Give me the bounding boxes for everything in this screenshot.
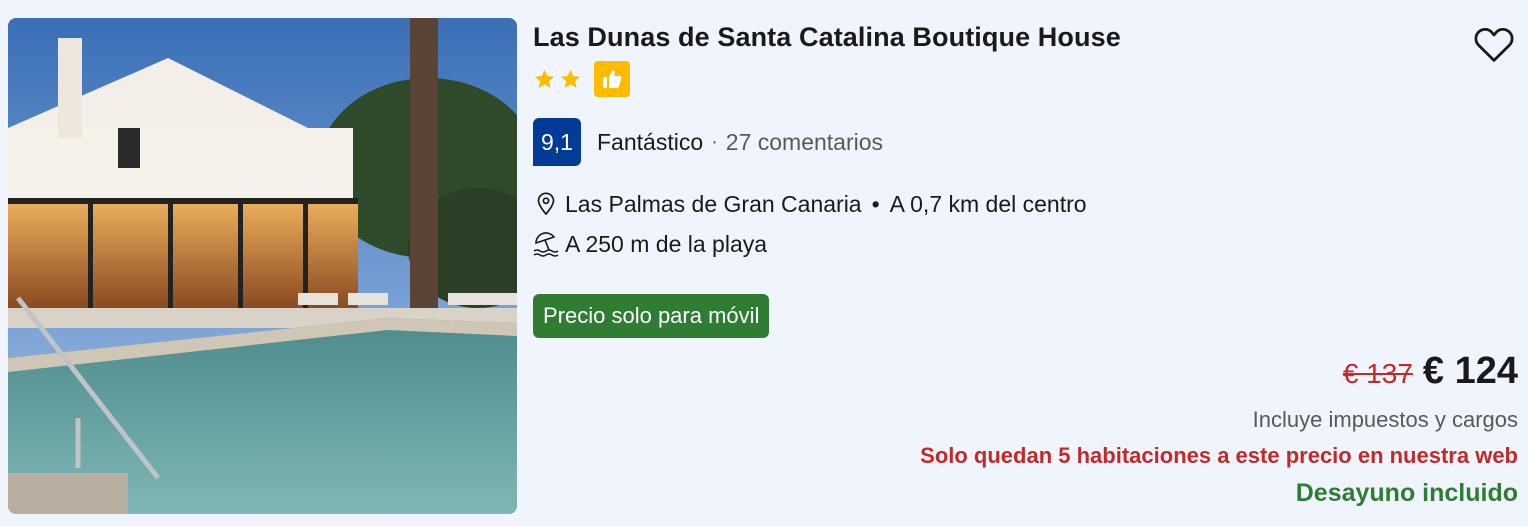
review-count: 27 comentarios (725, 128, 884, 155)
thumbs-up-icon (603, 70, 622, 88)
original-price: € 137 (1342, 358, 1413, 389)
distance-to-beach: A 250 m de la playa (565, 230, 768, 257)
current-price: € 124 (1422, 350, 1518, 392)
price-block: € 137 € 124 (1343, 350, 1518, 393)
review-summary[interactable]: 9,1 Fantástico · 27 comentarios (533, 118, 883, 166)
hotel-name[interactable]: Las Dunas de Santa Catalina Boutique Hou… (533, 22, 1121, 53)
beach-umbrella-icon (533, 230, 559, 258)
review-score-word: Fantástico (597, 128, 704, 155)
bullet-separator: • (871, 190, 880, 217)
preferred-badge[interactable] (594, 61, 630, 97)
location-line: Las Palmas de Gran Canaria • A 0,7 km de… (533, 190, 1087, 218)
beach-distance-line: A 250 m de la playa (533, 230, 767, 258)
hotel-photo[interactable] (8, 18, 517, 514)
hotel-photo-image (8, 18, 517, 514)
heart-outline-icon (1474, 27, 1514, 62)
mobile-price-badge: Precio solo para móvil (533, 294, 770, 338)
distance-to-center: A 0,7 km del centro (889, 190, 1087, 217)
separator-dot: · (711, 130, 718, 153)
scarcity-message: Solo quedan 5 habitaciones a este precio… (920, 443, 1518, 468)
star-icon (534, 69, 555, 88)
map-pin-icon (533, 190, 559, 218)
favorite-button[interactable] (1470, 22, 1518, 66)
taxes-note: Incluye impuestos y cargos (1252, 407, 1518, 432)
star-rating (533, 61, 630, 97)
star-icon (560, 69, 581, 88)
breakfast-included: Desayuno incluido (1295, 479, 1518, 507)
hotel-card: Las Dunas de Santa Catalina Boutique Hou… (0, 0, 1528, 526)
review-score-badge: 9,1 (533, 118, 581, 166)
city-link[interactable]: Las Palmas de Gran Canaria (565, 191, 862, 218)
